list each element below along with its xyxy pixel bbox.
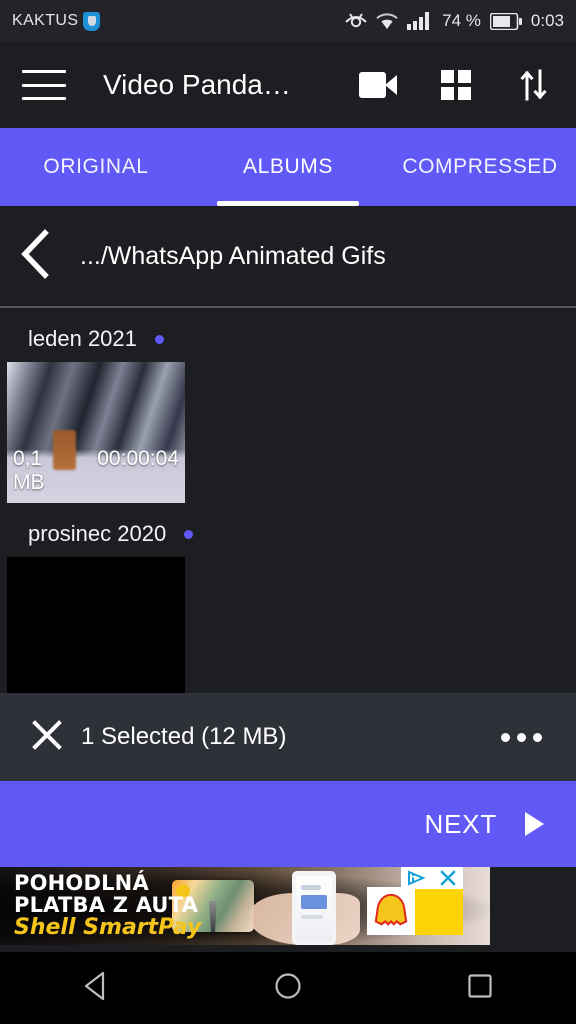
back-chevron-icon bbox=[18, 228, 52, 284]
adchoices-icon[interactable] bbox=[401, 867, 432, 889]
thumbnail-row: 0,1 MB 00:00:04 bbox=[0, 362, 576, 503]
back-button[interactable] bbox=[0, 228, 70, 284]
grid-view-button[interactable] bbox=[436, 65, 476, 105]
nav-home-icon bbox=[273, 971, 303, 1006]
group-header: leden 2021 bbox=[0, 308, 576, 362]
group-badge-dot bbox=[154, 334, 164, 344]
thumbnail-image-black bbox=[7, 557, 185, 698]
carrier-area: KAKTUS bbox=[12, 11, 101, 31]
tab-compressed[interactable]: COMPRESSED bbox=[384, 128, 576, 206]
app-bar: Video Panda… bbox=[0, 42, 576, 128]
video-thumbnail[interactable] bbox=[7, 557, 185, 698]
tab-original-label: ORIGINAL bbox=[43, 155, 149, 178]
breadcrumb-path: .../WhatsApp Animated Gifs bbox=[80, 241, 386, 270]
phone-screen: KAKTUS 74 % 0:03 Video Panda… ORIGINAL A… bbox=[0, 0, 576, 1024]
thumbnail-row bbox=[0, 557, 576, 698]
ad-yellow-block bbox=[415, 887, 463, 935]
ad-brand-line: Shell SmartPay bbox=[14, 914, 202, 940]
tab-albums[interactable]: ALBUMS bbox=[192, 128, 384, 206]
hamburger-menu-icon[interactable] bbox=[22, 70, 66, 100]
tab-albums-label: ALBUMS bbox=[243, 155, 333, 178]
ad-text: POHODLNÁ PLATBA Z AUTA Shell SmartPay bbox=[14, 871, 202, 940]
battery-percent-label: 74 % bbox=[442, 11, 481, 30]
nav-recents-icon bbox=[466, 972, 494, 1005]
selection-count-label: 1 Selected (12 MB) bbox=[81, 723, 287, 750]
breadcrumb: .../WhatsApp Animated Gifs bbox=[0, 206, 576, 306]
clear-selection-button[interactable] bbox=[24, 714, 70, 760]
sort-button[interactable] bbox=[514, 65, 554, 105]
shell-logo-icon bbox=[367, 887, 415, 935]
carrier-label: KAKTUS bbox=[12, 12, 79, 29]
video-duration-label: 00:00:04 bbox=[97, 447, 179, 470]
grid-view-icon bbox=[441, 70, 471, 100]
group-header: prosinec 2020 bbox=[0, 503, 576, 557]
ad-close-icon[interactable] bbox=[432, 867, 463, 889]
clock-label: 0:03 bbox=[530, 11, 564, 30]
signal-bars-icon bbox=[407, 12, 433, 30]
play-arrow-icon bbox=[525, 812, 544, 836]
nav-home-button[interactable] bbox=[243, 963, 333, 1013]
album-group-1: prosinec 2020 bbox=[0, 503, 576, 698]
nav-back-button[interactable] bbox=[51, 963, 141, 1013]
video-camera-icon bbox=[359, 72, 397, 98]
app-bar-actions bbox=[358, 65, 554, 105]
shield-icon bbox=[83, 11, 101, 31]
tab-bar: ORIGINAL ALBUMS COMPRESSED bbox=[0, 128, 576, 206]
nav-back-icon bbox=[81, 970, 111, 1007]
android-nav-bar bbox=[0, 952, 576, 1024]
ad-headline-line2: PLATBA Z AUTA bbox=[14, 892, 199, 917]
ad-phone-image bbox=[292, 871, 336, 945]
group-label: prosinec 2020 bbox=[28, 521, 167, 546]
next-button-label: NEXT bbox=[424, 808, 497, 839]
sort-icon bbox=[519, 69, 549, 101]
more-options-icon[interactable] bbox=[491, 723, 552, 752]
tab-original[interactable]: ORIGINAL bbox=[0, 128, 192, 206]
record-video-button[interactable] bbox=[358, 65, 398, 105]
video-size-label: 0,1 MB bbox=[13, 447, 45, 494]
status-bar: KAKTUS 74 % 0:03 bbox=[0, 0, 576, 42]
tab-compressed-label: COMPRESSED bbox=[402, 155, 558, 178]
nav-recents-button[interactable] bbox=[435, 963, 525, 1013]
page-title: Video Panda… bbox=[103, 69, 291, 100]
video-thumbnail[interactable]: 0,1 MB 00:00:04 bbox=[7, 362, 185, 503]
album-list: leden 2021 0,1 MB 00:00:04 prosinec 2020 bbox=[0, 308, 576, 698]
group-badge-dot bbox=[184, 529, 194, 539]
eye-care-icon bbox=[345, 13, 367, 29]
ad-badges bbox=[401, 867, 463, 889]
thumbnail-meta: 0,1 MB 00:00:04 bbox=[7, 443, 185, 503]
wifi-icon bbox=[376, 12, 398, 30]
album-group-0: leden 2021 0,1 MB 00:00:04 bbox=[0, 308, 576, 503]
battery-icon bbox=[489, 12, 522, 30]
selection-bar: 1 Selected (12 MB) bbox=[0, 693, 576, 781]
group-label: leden 2021 bbox=[28, 326, 137, 351]
ad-banner[interactable]: POHODLNÁ PLATBA Z AUTA Shell SmartPay bbox=[0, 867, 490, 945]
next-button[interactable]: NEXT bbox=[0, 781, 576, 867]
close-icon bbox=[31, 719, 63, 756]
ad-headline-line1: POHODLNÁ bbox=[14, 871, 149, 895]
status-icons: 74 % 0:03 bbox=[345, 11, 564, 31]
